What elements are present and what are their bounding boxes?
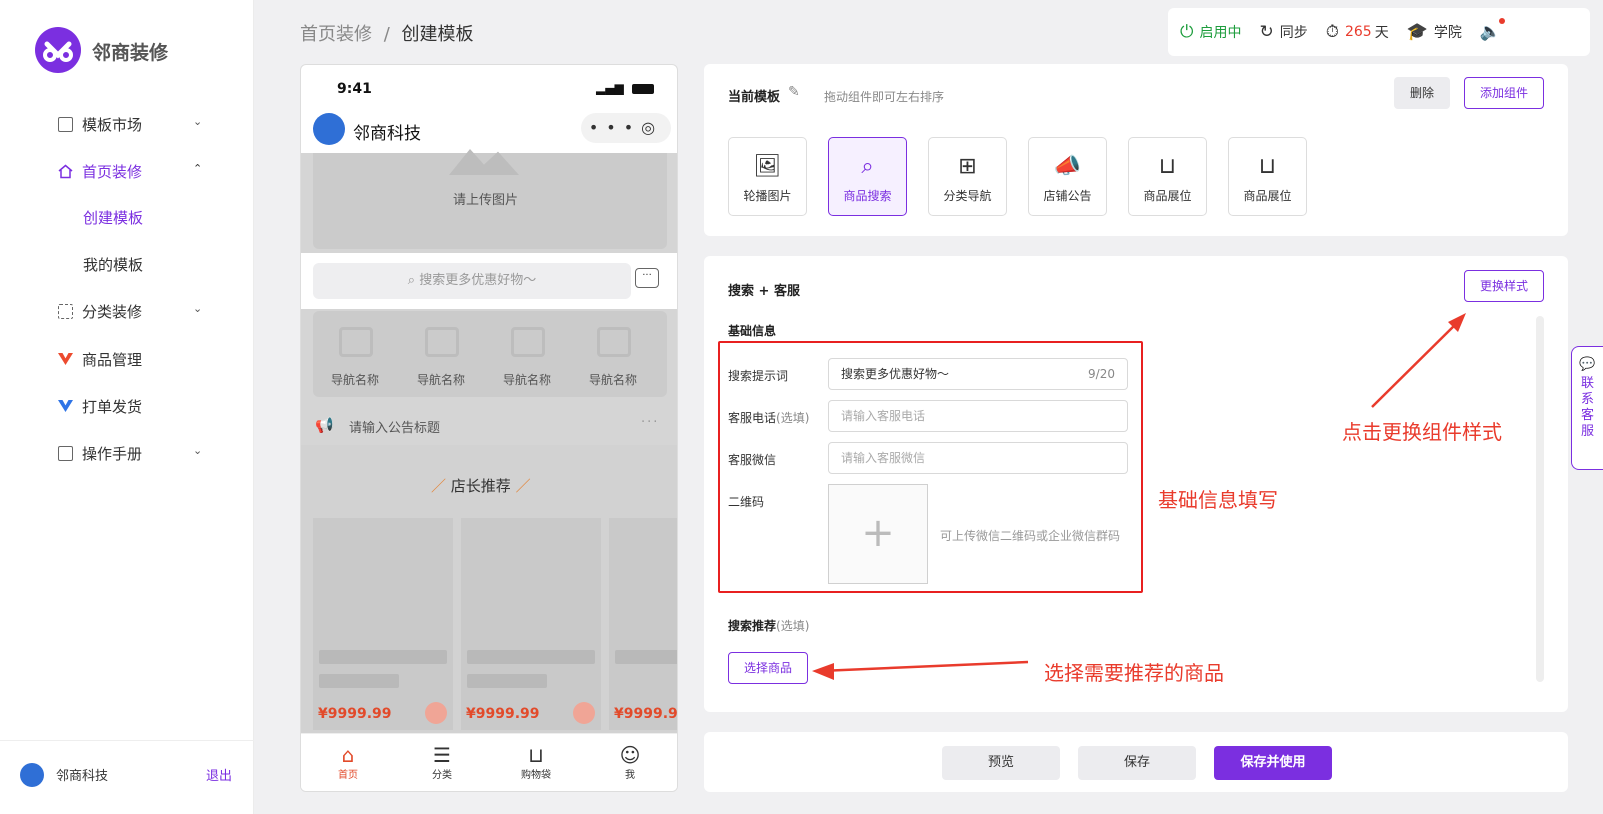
annotation-change-style: 点击更换组件样式 (1342, 420, 1502, 444)
chat-bubble-icon: 💬 (1579, 357, 1596, 372)
preview-button[interactable]: 预览 (942, 746, 1060, 780)
contact-service-button[interactable]: 💬 联系客服 (1571, 346, 1603, 470)
save-button[interactable]: 保存 (1078, 746, 1196, 780)
annotation-select-goods: 选择需要推荐的商品 (1044, 661, 1224, 685)
action-bar: 预览 保存 保存并使用 (704, 732, 1568, 792)
save-and-use-button[interactable]: 保存并使用 (1214, 746, 1332, 780)
contact-text: 联系客服 (1580, 376, 1594, 439)
annotation-arrows (812, 313, 1466, 680)
annotation-basic-info: 基础信息填写 (1158, 488, 1278, 512)
